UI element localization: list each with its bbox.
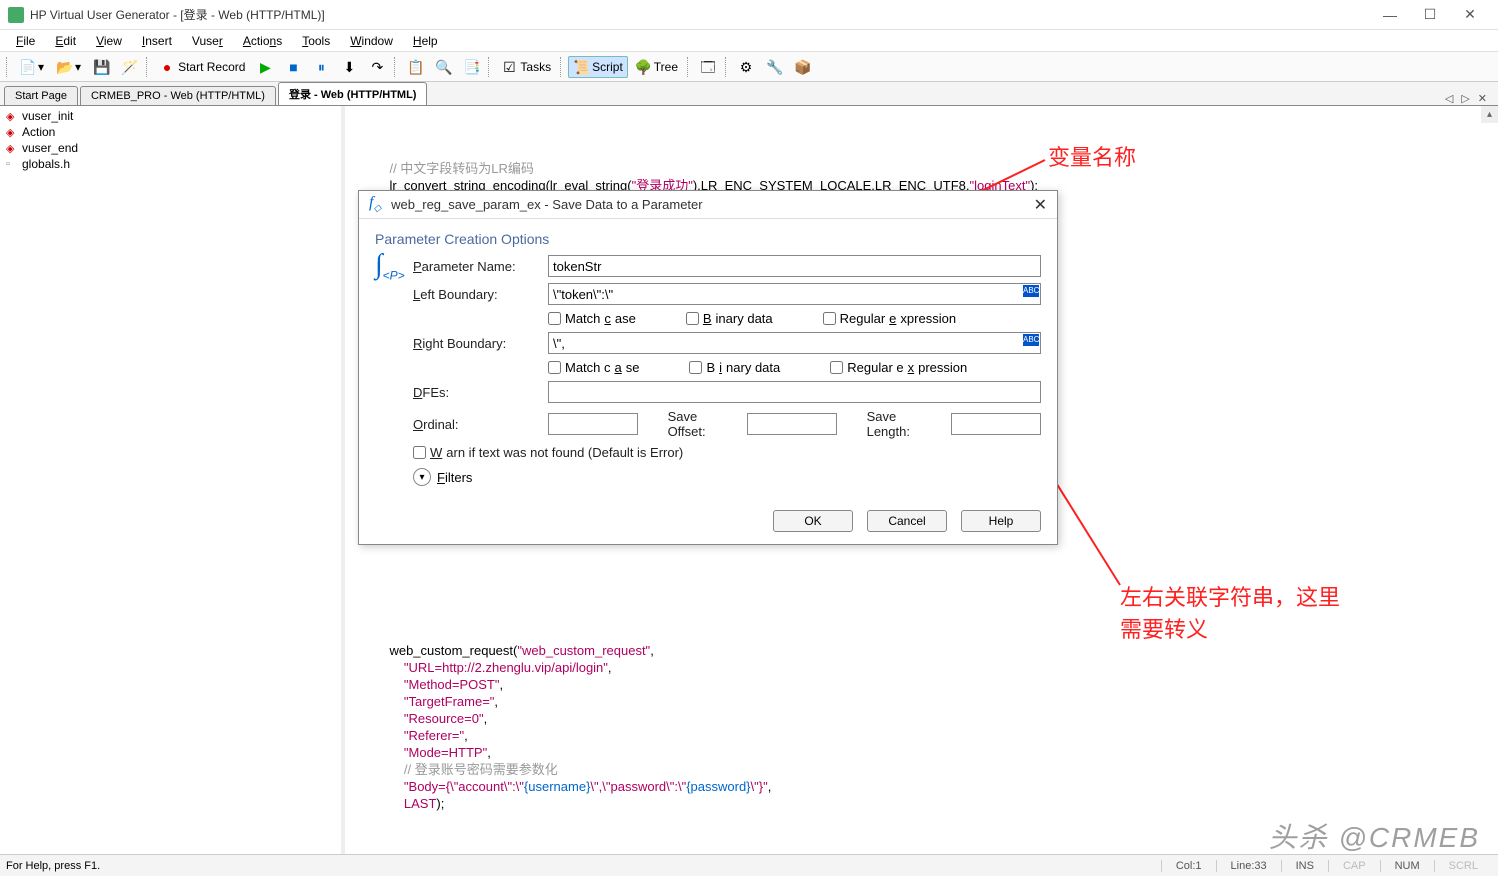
tab-login[interactable]: 登录 - Web (HTTP/HTML) <box>278 82 428 105</box>
param-name-label: Parameter Name: <box>413 259 548 274</box>
right-boundary-input[interactable] <box>548 332 1041 354</box>
play-button[interactable]: ▶ <box>252 56 278 78</box>
tool-e[interactable]: ⚙ <box>733 56 759 78</box>
toolbar: 📄▾ 📂▾ 💾 🪄 ●Start Record ▶ ■ ⏸ ⬇ ↷ 📋 🔍 📑 … <box>0 52 1498 82</box>
stop-button[interactable]: ■ <box>280 56 306 78</box>
menu-window[interactable]: Window <box>340 32 403 50</box>
tool-f[interactable]: 🔧 <box>761 56 787 78</box>
status-line: Line:33 <box>1216 860 1281 872</box>
watermark: 头杀 @CRMEB <box>1269 816 1480 856</box>
compile-button[interactable]: ⬇ <box>336 56 362 78</box>
section-header: Parameter Creation Options <box>375 231 1041 247</box>
title-bar: HP Virtual User Generator - [登录 - Web (H… <box>0 0 1498 30</box>
param-icon: ∫<P> <box>375 249 405 283</box>
scroll-up-icon[interactable]: ▴ <box>1481 106 1498 123</box>
dfes-input[interactable] <box>548 381 1041 403</box>
left-boundary-input[interactable] <box>548 283 1041 305</box>
tool-g[interactable]: 📦 <box>789 56 815 78</box>
close-button[interactable]: ✕ <box>1450 6 1490 23</box>
menu-tools[interactable]: Tools <box>292 32 340 50</box>
status-bar: For Help, press F1. Col:1 Line:33 INS CA… <box>0 854 1498 876</box>
filters-expand-button[interactable]: ▾ <box>413 468 431 486</box>
dialog-body: Parameter Creation Options ∫<P> Paramete… <box>359 219 1057 498</box>
script-view-button[interactable]: 📜Script <box>568 56 628 78</box>
grip-icon <box>6 57 10 77</box>
tasks-button[interactable]: ☑Tasks <box>496 56 556 78</box>
param-name-input[interactable] <box>548 255 1041 277</box>
lb-regex[interactable]: Regular expression <box>823 311 956 326</box>
menu-view[interactable]: View <box>86 32 132 50</box>
maximize-button[interactable]: ☐ <box>1410 6 1450 23</box>
rb-binary[interactable]: Binary data <box>689 360 780 375</box>
action-tree: ◈vuser_init ◈Action ◈vuser_end ▫globals.… <box>0 106 345 854</box>
dialog-title: web_reg_save_param_ex - Save Data to a P… <box>391 197 1033 212</box>
document-tabs: Start Page CRMEB_PRO - Web (HTTP/HTML) 登… <box>0 82 1498 106</box>
pause-button[interactable]: ⏸ <box>308 56 334 78</box>
app-icon <box>8 7 24 23</box>
minimize-button[interactable]: — <box>1370 7 1410 23</box>
menu-insert[interactable]: Insert <box>132 32 182 50</box>
left-boundary-label: Left Boundary: <box>413 287 548 302</box>
tree-action[interactable]: ◈Action <box>2 124 339 140</box>
filters-label: Filters <box>437 470 472 485</box>
tree-vuser-end[interactable]: ◈vuser_end <box>2 140 339 156</box>
code-line: web_custom_request("web_custom_request", <box>375 642 1498 659</box>
rb-match-case[interactable]: Match case <box>548 360 639 375</box>
tool-b[interactable]: 🔍 <box>430 56 456 78</box>
status-ins: INS <box>1281 860 1328 872</box>
right-boundary-label: Right Boundary: <box>413 336 548 351</box>
menu-actions[interactable]: Actions <box>233 32 292 50</box>
ordinal-input[interactable] <box>548 413 638 435</box>
rb-regex[interactable]: Regular expression <box>830 360 967 375</box>
function-icon: f◇ <box>369 194 381 214</box>
tool-d[interactable]: 🗔 <box>695 56 721 78</box>
ok-button[interactable]: OK <box>773 510 853 532</box>
abc-icon[interactable]: ABC <box>1023 285 1039 297</box>
help-button[interactable]: Help <box>961 510 1041 532</box>
tab-start-page[interactable]: Start Page <box>4 86 78 105</box>
start-record-button[interactable]: ●Start Record <box>154 56 250 78</box>
save-length-label: Save Length: <box>867 409 943 439</box>
tool-a[interactable]: 📋 <box>402 56 428 78</box>
status-col: Col:1 <box>1161 860 1216 872</box>
dfes-label: DFEs: <box>413 385 548 400</box>
abc-icon[interactable]: ABC <box>1023 334 1039 346</box>
open-button[interactable]: 📂▾ <box>51 56 86 78</box>
tabnav-left[interactable]: ◁ <box>1442 92 1456 105</box>
tool-c[interactable]: 📑 <box>458 56 484 78</box>
menu-edit[interactable]: Edit <box>45 32 86 50</box>
tabnav-close[interactable]: ✕ <box>1475 92 1490 105</box>
lb-match-case[interactable]: Match case <box>548 311 636 326</box>
menu-help[interactable]: Help <box>403 32 448 50</box>
dialog-titlebar: f◇ web_reg_save_param_ex - Save Data to … <box>359 191 1057 219</box>
step-button[interactable]: ↷ <box>364 56 390 78</box>
window-title: HP Virtual User Generator - [登录 - Web (H… <box>30 6 1370 23</box>
save-offset-input[interactable] <box>747 413 837 435</box>
tree-view-button[interactable]: 🌳Tree <box>630 56 683 78</box>
status-cap: CAP <box>1328 860 1380 872</box>
dialog-close-button[interactable]: ✕ <box>1034 195 1047 215</box>
tab-crmeb[interactable]: CRMEB_PRO - Web (HTTP/HTML) <box>80 86 276 105</box>
menu-bar: File Edit View Insert Vuser Actions Tool… <box>0 30 1498 52</box>
warn-checkbox[interactable]: Warn if text was not found (Default is E… <box>413 445 683 460</box>
save-button[interactable]: 💾 <box>88 56 114 78</box>
status-num: NUM <box>1380 860 1434 872</box>
lb-binary[interactable]: Binary data <box>686 311 773 326</box>
new-button[interactable]: 📄▾ <box>14 56 49 78</box>
save-offset-label: Save Offset: <box>668 409 739 439</box>
wand-button[interactable]: 🪄 <box>116 56 142 78</box>
status-scrl: SCRL <box>1434 860 1492 872</box>
code-comment: // 中文字段转码为LR编码 <box>375 160 1498 177</box>
menu-vuser[interactable]: Vuser <box>182 32 233 50</box>
tree-globals[interactable]: ▫globals.h <box>2 156 339 172</box>
tree-vuser-init[interactable]: ◈vuser_init <box>2 108 339 124</box>
status-help: For Help, press F1. <box>6 860 1161 872</box>
tabnav-right[interactable]: ▷ <box>1458 92 1472 105</box>
cancel-button[interactable]: Cancel <box>867 510 947 532</box>
save-param-dialog: f◇ web_reg_save_param_ex - Save Data to … <box>358 190 1058 545</box>
menu-file[interactable]: File <box>6 32 45 50</box>
ordinal-label: Ordinal: <box>413 417 548 432</box>
save-length-input[interactable] <box>951 413 1041 435</box>
